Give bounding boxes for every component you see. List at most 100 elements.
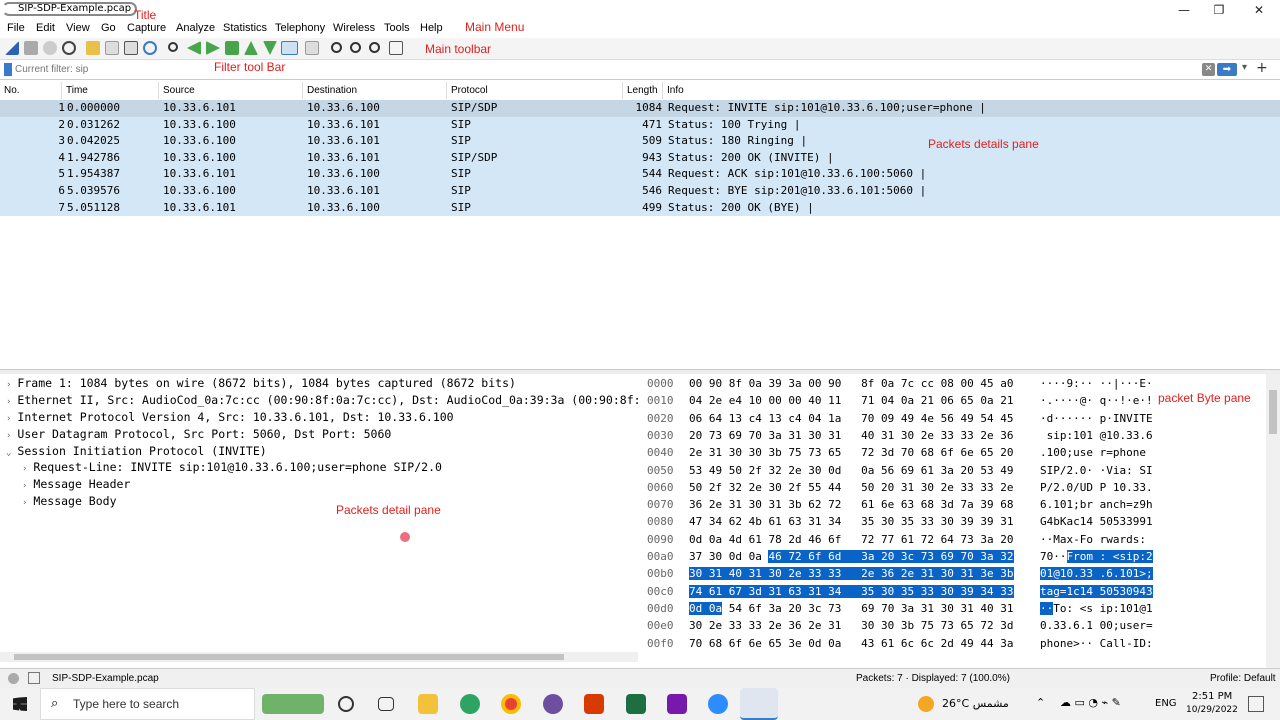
expand-arrow-icon[interactable]: ›: [6, 431, 11, 441]
details-hscroll-thumb[interactable]: [14, 654, 564, 660]
minimize-button[interactable]: —: [1164, 0, 1204, 20]
edge-icon[interactable]: [460, 694, 480, 714]
expand-arrow-icon[interactable]: ›: [22, 481, 27, 491]
expand-arrow-icon[interactable]: ›: [22, 464, 27, 474]
maximize-button[interactable]: ❐: [1199, 0, 1239, 20]
byte-offset: 0070: [647, 498, 674, 512]
detail-message-header[interactable]: › Message Header: [22, 476, 130, 493]
clear-filter-icon[interactable]: ✕: [1202, 63, 1215, 76]
detail-frame[interactable]: › Frame 1: 1084 bytes on wire (8672 bits)…: [6, 375, 516, 392]
column-info[interactable]: Info: [663, 82, 1280, 99]
task-view-icon[interactable]: [378, 697, 394, 711]
autoscroll-icon[interactable]: [281, 41, 298, 55]
file-explorer-icon[interactable]: [418, 694, 438, 714]
open-file-icon[interactable]: [86, 41, 100, 55]
packet-row[interactable]: 6 5.039576 10.33.6.100 10.33.6.101 SIP 546 Req…: [0, 183, 1280, 200]
expand-arrow-icon[interactable]: ›: [6, 397, 11, 407]
clock-time[interactable]: 2:51 PM: [1192, 691, 1232, 702]
clock-date[interactable]: 10/29/2022: [1186, 705, 1238, 715]
menu-statistics[interactable]: Statistics: [223, 22, 267, 34]
expand-arrow-icon[interactable]: ›: [6, 380, 11, 390]
packet-row[interactable]: 5 1.954387 10.33.6.101 10.33.6.100 SIP 544 Req…: [0, 166, 1280, 183]
colorize-icon[interactable]: [305, 41, 319, 55]
widget-thumbnail-icon[interactable]: [262, 694, 324, 714]
filter-dropdown-icon[interactable]: ▾: [1242, 62, 1252, 76]
go-forward-icon[interactable]: [206, 41, 220, 55]
cortana-icon[interactable]: [338, 696, 354, 712]
find-packet-icon[interactable]: [168, 42, 178, 52]
office-icon[interactable]: [584, 694, 604, 714]
menu-tools[interactable]: Tools: [384, 22, 410, 34]
onenote-icon[interactable]: [667, 694, 687, 714]
collapse-arrow-icon[interactable]: ⌄: [6, 448, 11, 458]
packet-row[interactable]: 2 0.031262 10.33.6.100 10.33.6.101 SIP 471 Sta…: [0, 116, 1280, 134]
menu-go[interactable]: Go: [101, 22, 116, 34]
packet-row[interactable]: 4 1.942786 10.33.6.100 10.33.6.101 SIP/SDP 94…: [0, 149, 1280, 167]
bytes-vscroll-thumb[interactable]: [1269, 390, 1277, 434]
column-source[interactable]: Source: [159, 82, 303, 99]
save-file-icon[interactable]: [105, 41, 119, 55]
detail-ethernet[interactable]: › Ethernet II, Src: AudioCod_0a:7c:cc (00…: [6, 392, 641, 409]
restart-capture-icon[interactable]: [43, 41, 57, 55]
notification-icon[interactable]: [1248, 696, 1264, 712]
packet-row[interactable]: 1 0.000000 10.33.6.101 10.33.6.100 SIP/SDP 10…: [0, 100, 1280, 117]
reload-icon[interactable]: [143, 41, 157, 55]
weather-text[interactable]: 26°C مشمس: [942, 697, 1009, 710]
expert-info-icon[interactable]: [8, 673, 19, 684]
first-packet-icon[interactable]: [244, 41, 258, 55]
zoom-out-icon[interactable]: [350, 42, 361, 53]
detail-message-body[interactable]: › Message Body: [22, 493, 117, 510]
taskbar-search-box[interactable]: ⌕ Type here to search: [40, 688, 255, 720]
status-profile[interactable]: Profile: Default: [1210, 673, 1276, 684]
tray-icons[interactable]: ☁ ▭ ◔ ⌁ ✎: [1060, 696, 1121, 709]
language-indicator[interactable]: ENG: [1155, 698, 1177, 709]
column-destination[interactable]: Destination: [303, 82, 447, 99]
column-no[interactable]: No.: [0, 82, 62, 99]
go-back-icon[interactable]: [187, 41, 201, 55]
close-file-icon[interactable]: [124, 41, 138, 55]
browser-icon[interactable]: [543, 694, 563, 714]
menu-analyze[interactable]: Analyze: [176, 22, 215, 34]
expand-arrow-icon[interactable]: ›: [6, 414, 11, 424]
detail-sip[interactable]: ⌄ Session Initiation Protocol (INVITE): [6, 443, 267, 460]
edit-comment-icon[interactable]: [28, 672, 40, 684]
last-packet-icon[interactable]: [263, 41, 277, 55]
chrome-icon[interactable]: [501, 694, 521, 714]
expand-arrow-icon[interactable]: ›: [22, 498, 27, 508]
zoom-in-icon[interactable]: [331, 42, 342, 53]
normal-size-icon[interactable]: [369, 42, 380, 53]
bookmark-icon[interactable]: [4, 63, 12, 76]
detail-ip[interactable]: › Internet Protocol Version 4, Src: 10.33…: [6, 409, 454, 426]
menu-view[interactable]: View: [66, 22, 90, 34]
packet-row[interactable]: 3 0.042025 10.33.6.100 10.33.6.101 SIP 509 Sta…: [0, 133, 1280, 150]
menu-file[interactable]: File: [7, 22, 25, 34]
tray-chevron-icon[interactable]: ⌃: [1036, 696, 1045, 709]
details-hscrollbar[interactable]: [0, 652, 638, 662]
go-to-packet-icon[interactable]: [225, 41, 239, 55]
capture-options-icon[interactable]: [62, 41, 76, 55]
detail-request-line[interactable]: › Request-Line: INVITE sip:101@10.33.6.10…: [22, 459, 442, 476]
resize-columns-icon[interactable]: [389, 41, 403, 55]
column-protocol[interactable]: Protocol: [447, 82, 623, 99]
column-time[interactable]: Time: [62, 82, 159, 99]
wireshark-taskbar-icon[interactable]: [740, 688, 778, 720]
apply-filter-icon[interactable]: ➡: [1217, 63, 1237, 76]
add-filter-button-icon[interactable]: +: [1256, 60, 1268, 76]
column-length[interactable]: Length: [623, 82, 663, 99]
menu-wireless[interactable]: Wireless: [333, 22, 375, 34]
close-button[interactable]: ✕: [1239, 0, 1279, 20]
windows-start-icon[interactable]: [13, 697, 27, 711]
display-filter-input[interactable]: [15, 62, 1203, 77]
zoom-app-icon[interactable]: [708, 694, 728, 714]
start-capture-icon[interactable]: [5, 41, 19, 55]
bytes-vscrollbar[interactable]: [1266, 374, 1280, 668]
menu-capture[interactable]: Capture: [127, 22, 166, 34]
menu-telephony[interactable]: Telephony: [275, 22, 325, 34]
menu-edit[interactable]: Edit: [36, 22, 55, 34]
stop-capture-icon[interactable]: [24, 41, 38, 55]
menu-help[interactable]: Help: [420, 22, 443, 34]
detail-udp[interactable]: › User Datagram Protocol, Src Port: 5060,…: [6, 426, 391, 443]
excel-icon[interactable]: [626, 694, 646, 714]
packet-row[interactable]: 7 5.051128 10.33.6.101 10.33.6.100 SIP 499 Sta…: [0, 199, 1280, 217]
byte-hex: 0d 0a 54 6f 3a 20 3c 73 69 70 3a 31 30 3…: [689, 600, 1014, 617]
